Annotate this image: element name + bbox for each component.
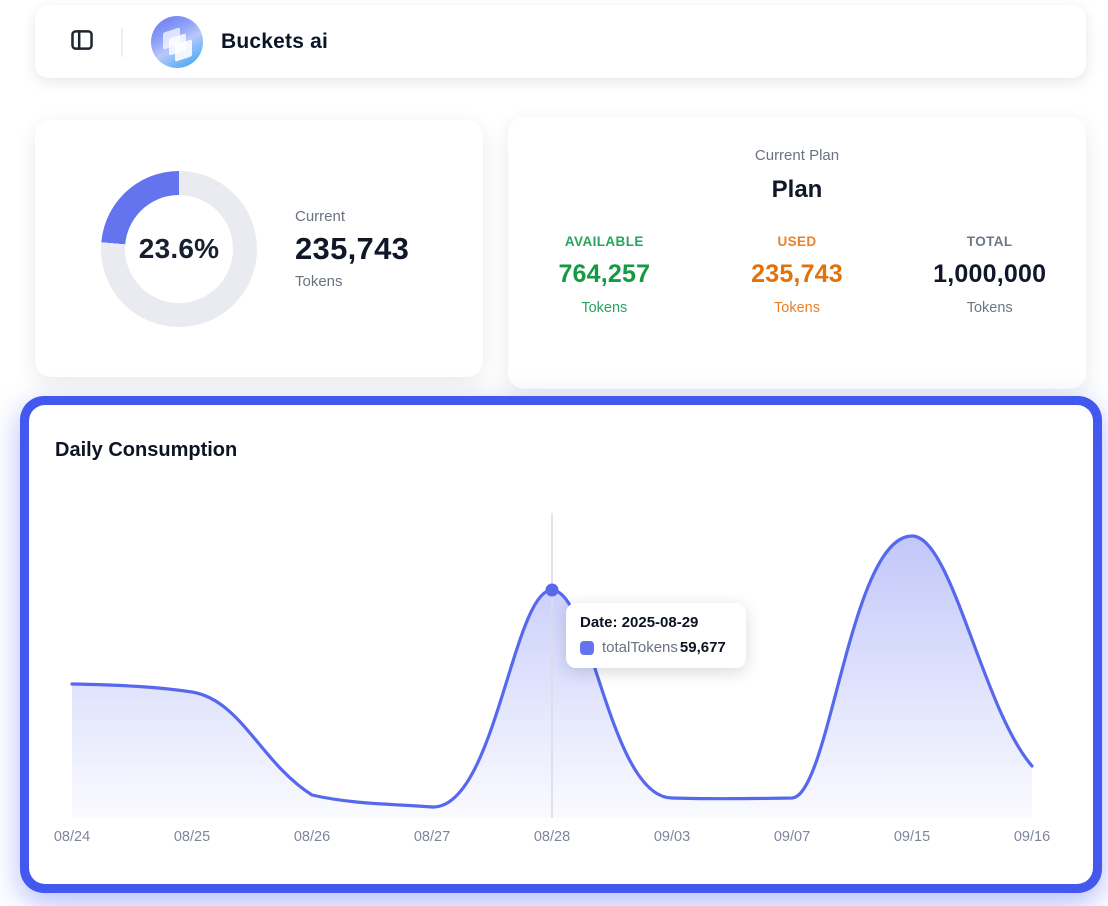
- dashboard-page: Buckets ai 23.6% Current 235,743 Tokens …: [0, 0, 1108, 906]
- app-title: Buckets ai: [221, 30, 328, 54]
- x-axis-label: 08/26: [272, 829, 352, 845]
- app-topbar: Buckets ai: [35, 5, 1086, 78]
- plan-subtitle: Current Plan: [508, 147, 1086, 164]
- tooltip-series-value: 59,677: [680, 639, 726, 656]
- topbar-divider: [121, 27, 123, 57]
- tooltip-date: Date: 2025-08-29: [580, 614, 732, 631]
- usage-percent: 23.6%: [139, 233, 219, 265]
- series-swatch-icon: [580, 641, 594, 655]
- x-axis-label: 08/24: [32, 829, 112, 845]
- panel-left-icon: [69, 27, 95, 56]
- chart-tooltip: Date: 2025-08-29 totalTokens 59,677: [566, 603, 746, 668]
- stat-total: TOTAL 1,000,000 Tokens: [893, 234, 1086, 316]
- daily-consumption-card: Daily Consumption Date:: [20, 396, 1102, 893]
- buckets-ai-logo: [151, 16, 203, 68]
- current-usage-card: 23.6% Current 235,743 Tokens: [35, 120, 483, 377]
- x-axis-label: 08/25: [152, 829, 232, 845]
- tooltip-series-name: totalTokens: [602, 639, 678, 656]
- x-axis-label: 08/27: [392, 829, 472, 845]
- usage-donut-chart: 23.6%: [101, 171, 257, 327]
- usage-label: Current: [295, 208, 409, 225]
- x-axis-label: 09/07: [752, 829, 832, 845]
- usage-value: 235,743: [295, 231, 409, 267]
- x-axis-label: 09/03: [632, 829, 712, 845]
- x-axis-label: 09/16: [992, 829, 1072, 845]
- x-axis-label: 09/15: [872, 829, 952, 845]
- sidebar-toggle-button[interactable]: [69, 29, 95, 55]
- current-plan-card: Current Plan Plan AVAILABLE 764,257 Toke…: [508, 117, 1086, 389]
- x-axis-label: 08/28: [512, 829, 592, 845]
- daily-consumption-chart[interactable]: [29, 405, 1093, 884]
- x-axis: 08/24 08/25 08/26 08/27 08/28 09/03 09/0…: [29, 829, 1093, 849]
- plan-title: Plan: [508, 176, 1086, 204]
- stat-available: AVAILABLE 764,257 Tokens: [508, 234, 701, 316]
- stat-used: USED 235,743 Tokens: [701, 234, 894, 316]
- highlighted-point[interactable]: [546, 584, 559, 597]
- usage-unit: Tokens: [295, 273, 409, 290]
